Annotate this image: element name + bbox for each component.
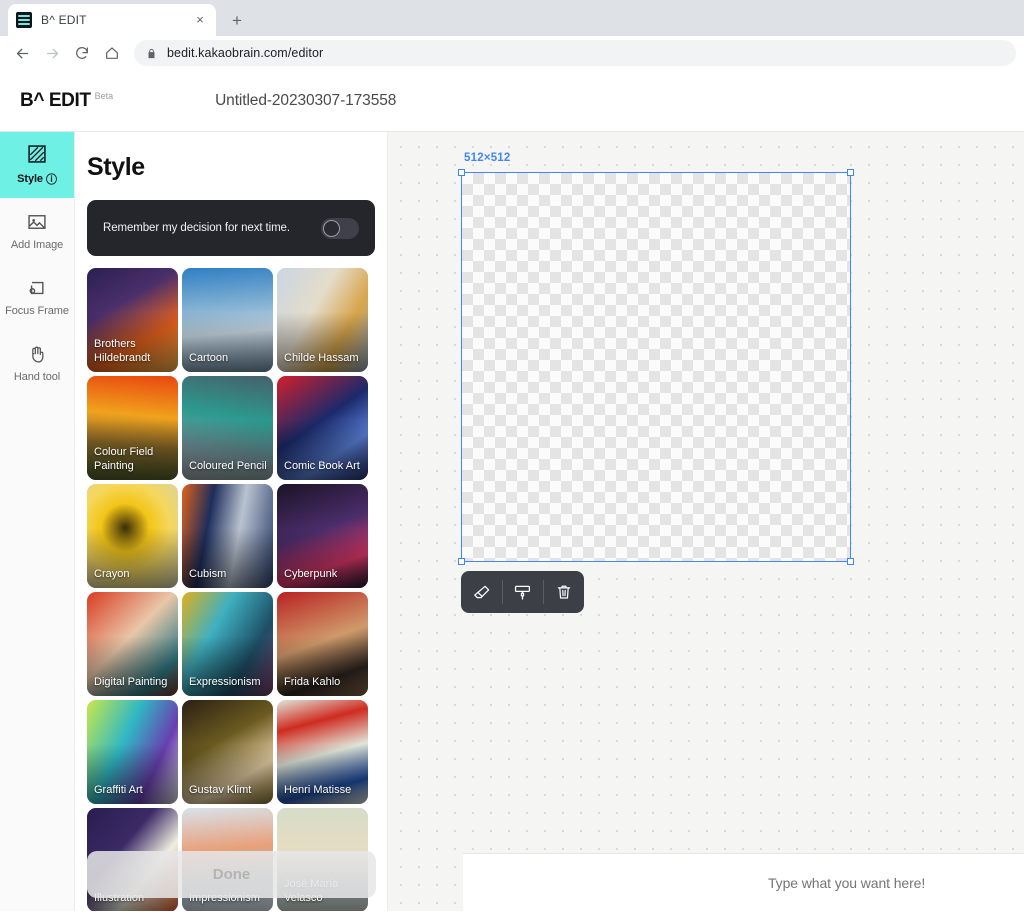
sidebar-item-style-label: Style ⓘ <box>17 171 57 187</box>
tool-label-text: Style <box>17 173 43 185</box>
resize-handle-bottom-left[interactable] <box>458 558 465 565</box>
style-card-label: Henri Matisse <box>284 784 352 796</box>
style-card[interactable]: Cubism <box>182 484 273 588</box>
browser-tab-title: B^ EDIT <box>41 13 87 27</box>
style-card-label: Gustav Klimt <box>189 784 252 796</box>
done-button[interactable]: Done <box>87 851 376 898</box>
app-logo[interactable]: B^ EDIT Beta <box>20 90 113 112</box>
sidebar-item-focus-frame-label: Focus Frame <box>5 305 69 317</box>
style-card[interactable]: Henri Matisse <box>277 700 368 804</box>
style-card[interactable]: Digital Painting <box>87 592 178 696</box>
canvas-area[interactable]: 512×512 <box>388 132 1024 911</box>
sidebar-item-style[interactable]: Style ⓘ <box>0 132 74 198</box>
sidebar-item-add-image[interactable]: Add Image <box>0 198 74 264</box>
canvas-selection-frame[interactable] <box>458 169 854 565</box>
new-tab-button[interactable]: + <box>224 8 250 34</box>
browser-tab[interactable]: B^ EDIT × <box>8 4 216 36</box>
style-card[interactable]: Childe Hassam <box>277 268 368 372</box>
forward-arrow-icon[interactable] <box>38 39 66 67</box>
style-card-label: Childe Hassam <box>284 352 359 364</box>
style-card[interactable]: Gustav Klimt <box>182 700 273 804</box>
reload-icon[interactable] <box>68 39 96 67</box>
eraser-icon[interactable] <box>461 571 502 613</box>
style-card-label: Coloured Pencil <box>189 460 267 472</box>
style-card-label: Cyberpunk <box>284 568 338 580</box>
style-card[interactable]: Coloured Pencil <box>182 376 273 480</box>
remember-decision-toggle[interactable] <box>321 217 359 239</box>
tool-rail: Style ⓘ Add Image Focus Frame Hand tool <box>0 132 75 911</box>
remember-decision-row[interactable]: Remember my decision for next time. <box>87 200 375 256</box>
style-card-label: Frida Kahlo <box>284 676 341 688</box>
beta-badge: Beta <box>94 90 114 101</box>
close-icon[interactable]: × <box>192 12 208 28</box>
trash-icon[interactable] <box>543 571 584 613</box>
app-body: Style ⓘ Add Image Focus Frame Hand tool … <box>0 132 1024 911</box>
style-card[interactable]: Cyberpunk <box>277 484 368 588</box>
bedit-favicon <box>16 12 32 28</box>
resize-handle-top-right[interactable] <box>847 169 854 176</box>
resize-handle-bottom-right[interactable] <box>847 558 854 565</box>
omnibox[interactable]: bedit.kakaobrain.com/editor <box>134 40 1016 66</box>
remember-decision-label: Remember my decision for next time. <box>103 222 290 234</box>
style-card-label: Crayon <box>94 568 130 580</box>
style-card[interactable]: Expressionism <box>182 592 273 696</box>
style-card-label: Colour Field Painting <box>94 446 154 472</box>
style-card-label: Expressionism <box>189 676 261 688</box>
style-panel: Style Remember my decision for next time… <box>75 132 388 911</box>
prompt-input[interactable] <box>768 874 1024 891</box>
style-card[interactable]: Cartoon <box>182 268 273 372</box>
paint-roller-icon[interactable] <box>502 571 543 613</box>
resize-handle-top-left[interactable] <box>458 169 465 176</box>
back-arrow-icon[interactable] <box>8 39 36 67</box>
document-title[interactable]: Untitled-20230307-173558 <box>215 92 396 110</box>
style-card-label: Graffiti Art <box>94 784 143 796</box>
lock-icon <box>146 47 157 60</box>
omnibox-url: bedit.kakaobrain.com/editor <box>167 46 324 60</box>
style-card-label: Comic Book Art <box>284 460 360 472</box>
style-card-label: Cubism <box>189 568 227 580</box>
style-card-label: Digital Painting <box>94 676 168 688</box>
style-card[interactable]: Crayon <box>87 484 178 588</box>
canvas-floating-toolbar <box>461 571 584 613</box>
page-title: Style <box>87 153 145 181</box>
sidebar-item-hand-tool-label: Hand tool <box>13 371 61 383</box>
style-grid: Brothers Hildebrandt Cartoon Childe Hass… <box>87 268 376 911</box>
app-header: B^ EDIT Beta Untitled-20230307-173558 <box>0 70 1024 132</box>
sidebar-item-focus-frame[interactable]: Focus Frame <box>0 264 74 330</box>
canvas-size-label: 512×512 <box>464 152 511 164</box>
style-card-label: Cartoon <box>189 352 229 364</box>
sidebar-item-hand-tool[interactable]: Hand tool <box>0 330 74 396</box>
browser-tabstrip: B^ EDIT × + <box>0 0 1024 36</box>
style-card[interactable]: Comic Book Art <box>277 376 368 480</box>
style-hatch-icon <box>25 143 49 165</box>
browser-chrome: B^ EDIT × + bedit.kakaobrain.com/editor <box>0 0 1024 71</box>
focus-frame-icon <box>25 277 49 299</box>
info-icon[interactable]: ⓘ <box>46 171 57 187</box>
style-card-label: Brothers Hildebrandt <box>94 338 151 364</box>
hand-icon <box>25 343 49 365</box>
style-card[interactable]: Brothers Hildebrandt <box>87 268 178 372</box>
browser-toolbar: bedit.kakaobrain.com/editor <box>0 36 1024 70</box>
home-icon[interactable] <box>98 39 126 67</box>
app-logo-text: B^ EDIT <box>20 89 91 111</box>
style-card[interactable]: Graffiti Art <box>87 700 178 804</box>
image-icon <box>25 211 49 233</box>
style-card[interactable]: Frida Kahlo <box>277 592 368 696</box>
toggle-knob <box>323 219 340 237</box>
sidebar-item-add-image-label: Add Image <box>10 239 64 251</box>
style-card[interactable]: Colour Field Painting <box>87 376 178 480</box>
prompt-bar <box>463 853 1024 911</box>
